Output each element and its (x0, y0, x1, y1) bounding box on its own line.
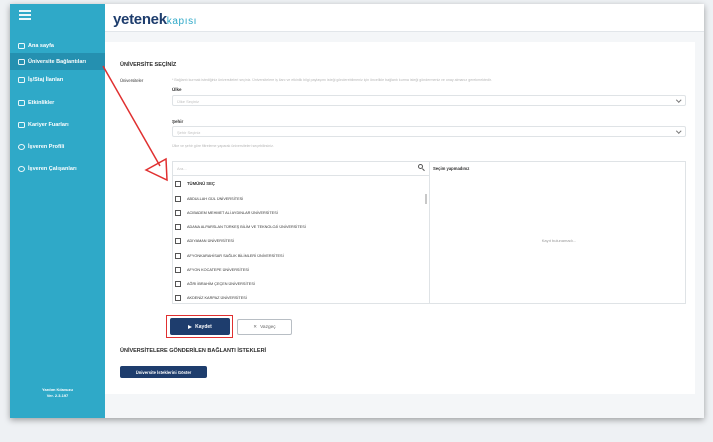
university-name: ACIBADEM MEHMET ALİ AYDINLAR ÜNİVERSİTES… (187, 210, 278, 215)
university-name: AFYONKARAHİSAR SAĞLIK BİLİMLERİ ÜNİVERSİ… (187, 253, 284, 258)
list-item[interactable]: AKDENİZ KARPAZ ÜNİVERSİTESİ (175, 291, 421, 304)
checkbox[interactable] (175, 294, 181, 301)
university-icon (18, 58, 25, 65)
sidebar-item-label: İş/Staj İlanları (28, 76, 64, 83)
filter-hint: Ülke ve şehir göre filtreleme yaparak ün… (172, 144, 274, 148)
sidebar-item-employer-profile[interactable]: İşveren Profili (10, 138, 105, 155)
list-item[interactable]: AĞRI İBRAHİM ÇEÇEN ÜNİVERSİTESİ (175, 277, 421, 290)
cancel-button-label: Vazgeç (260, 324, 276, 330)
section-title: ÜNİVERSİTE SEÇİNİZ (120, 62, 177, 68)
checkbox[interactable] (175, 266, 181, 273)
sidebar-item-employer-staff[interactable]: İşveren Çalışanları (10, 160, 105, 177)
select-all-row[interactable]: TÜMÜNÜ SEÇ (175, 177, 421, 190)
university-name: AFYON KOCATEPE ÜNİVERSİTESİ (187, 267, 249, 272)
checkbox[interactable] (175, 280, 181, 287)
home-icon (18, 42, 25, 49)
search-input[interactable]: Ara... (172, 161, 430, 176)
empty-selection-text: Kayıt bulunamadı... (541, 238, 577, 243)
sidebar-item-events[interactable]: Etkinlikler (10, 94, 105, 111)
selection-header: Seçim yapmadınız (433, 166, 470, 171)
requests-title: ÜNİVERSİTELERE GÖNDERİLEN BAĞLANTI İSTEK… (120, 348, 267, 354)
search-icon (418, 164, 423, 169)
university-name: AKDENİZ KARPAZ ÜNİVERSİTESİ (187, 295, 247, 300)
logo-sub-text: kapısı (166, 16, 198, 27)
sidebar-item-label: Üniversite Bağlantıları (28, 58, 87, 65)
show-requests-button[interactable]: Üniversite İsteklerini Göster (120, 366, 207, 378)
sidebar-item-job-listings[interactable]: İş/Staj İlanları (10, 71, 105, 88)
checkbox[interactable] (175, 252, 181, 259)
user-icon (18, 143, 25, 150)
city-select[interactable]: Şehir Seçiniz (172, 126, 686, 137)
top-bar: yetenekkapısı (105, 4, 704, 32)
university-name: ADIYAMAN ÜNİVERSİTESİ (187, 238, 234, 243)
menu-icon[interactable] (19, 10, 31, 20)
universities-hint: * Bağlantı kurmak istediğiniz üniversite… (172, 78, 492, 82)
university-name: ABDULLAH GÜL ÜNİVERSİTESİ (187, 196, 244, 201)
university-name: ADANA ALPARSLAN TÜRKEŞ BİLİM VE TEKNOLOJ… (187, 224, 306, 229)
sidebar-item-label: Etkinlikler (28, 99, 55, 106)
help-guide-link[interactable]: Yardım Kılavuzu Ver. 2.3.197 (10, 387, 105, 399)
list-item[interactable]: ACIBADEM MEHMET ALİ AYDINLAR ÜNİVERSİTES… (175, 206, 421, 219)
list-item[interactable]: ADIYAMAN ÜNİVERSİTESİ (175, 234, 421, 247)
chevron-down-icon (675, 128, 681, 134)
list-item[interactable]: ADANA ALPARSLAN TÜRKEŞ BİLİM VE TEKNOLOJ… (175, 220, 421, 233)
logo[interactable]: yetenekkapısı (113, 11, 197, 28)
close-icon: ✕ (253, 324, 258, 329)
list-scrollbar[interactable] (425, 194, 427, 204)
logo-main-text: yetenek (113, 11, 167, 28)
sidebar-item-home[interactable]: Ana sayfa (10, 37, 105, 54)
sidebar: Ana sayfa Üniversite Bağlantıları İş/Sta… (10, 4, 105, 418)
sidebar-item-label: Kariyer Fuarları (28, 121, 69, 128)
sidebar-item-label: İşveren Çalışanları (28, 165, 77, 172)
selected-list-panel (429, 161, 686, 304)
sidebar-item-university-connections[interactable]: Üniversite Bağlantıları (10, 53, 105, 70)
checkbox[interactable] (175, 209, 181, 216)
sidebar-item-career-fairs[interactable]: Kariyer Fuarları (10, 116, 105, 133)
city-label: Şehir (172, 119, 184, 124)
briefcase-icon (18, 76, 25, 83)
select-all-label: TÜMÜNÜ SEÇ (187, 181, 215, 186)
city-placeholder: Şehir Seçiniz (177, 129, 201, 135)
users-icon (18, 165, 25, 172)
country-label: Ülke (172, 87, 182, 92)
list-item[interactable]: AFYON KOCATEPE ÜNİVERSİTESİ (175, 263, 421, 276)
checkbox[interactable] (175, 195, 181, 202)
universities-label: Üniversiteler (120, 78, 144, 83)
country-select[interactable]: Ülke Seçiniz (172, 95, 686, 106)
university-name: AĞRI İBRAHİM ÇEÇEN ÜNİVERSİTESİ (187, 281, 255, 286)
sidebar-item-label: Ana sayfa (28, 42, 54, 49)
chevron-down-icon (675, 97, 681, 103)
checkbox[interactable] (175, 237, 181, 244)
version-label: Ver. 2.3.197 (46, 393, 69, 398)
checkbox[interactable] (175, 180, 181, 187)
highlight-box (166, 315, 233, 338)
cancel-button[interactable]: ✕ Vazgeç (237, 319, 292, 335)
list-item[interactable]: AFYONKARAHİSAR SAĞLIK BİLİMLERİ ÜNİVERSİ… (175, 249, 421, 262)
list-item[interactable]: ABDULLAH GÜL ÜNİVERSİTESİ (175, 192, 421, 205)
calendar-icon (18, 99, 25, 106)
checkbox[interactable] (175, 223, 181, 230)
country-placeholder: Ülke Seçiniz (177, 98, 200, 104)
sidebar-item-label: İşveren Profili (28, 143, 65, 150)
fair-icon (18, 121, 25, 128)
search-placeholder: Ara... (177, 165, 187, 171)
